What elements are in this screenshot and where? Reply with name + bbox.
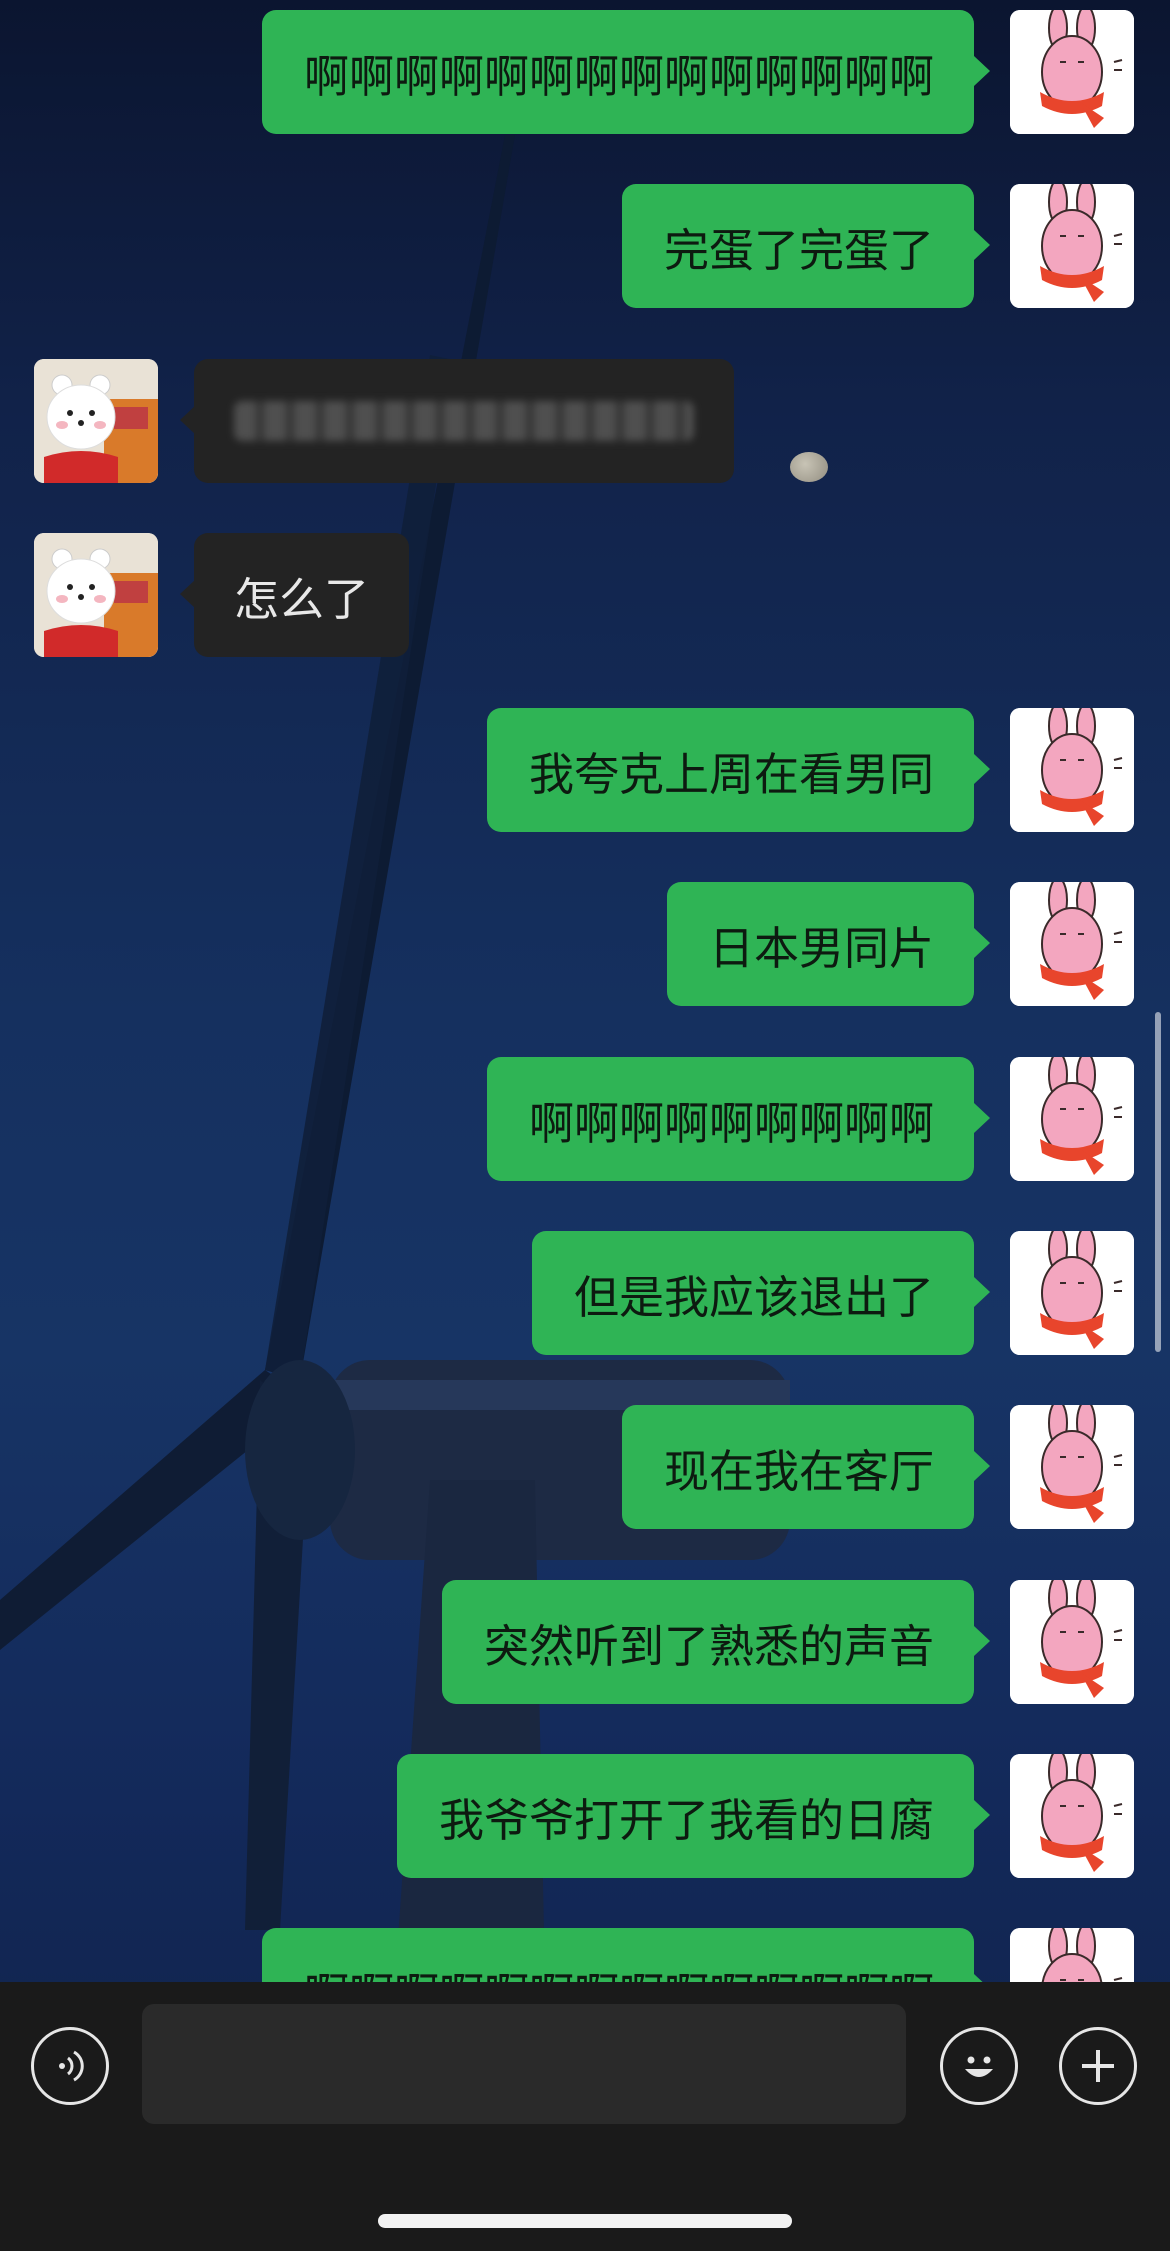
message-bubble[interactable]: 完蛋了完蛋了 — [621, 184, 974, 308]
bubble-tail — [974, 1974, 990, 1982]
message-bubble[interactable]: 现在我在客厅 — [621, 1405, 974, 1529]
message-bubble[interactable]: 但是我应该退出了 — [531, 1231, 974, 1355]
chat-input-bar — [0, 1982, 1170, 2251]
message-row: 日本男同片 — [0, 882, 1170, 1006]
bubble-tail — [974, 1800, 990, 1830]
bubble-tail — [974, 928, 990, 958]
bubble-tail — [974, 1626, 990, 1656]
message-text: 突然听到了熟悉的声音 — [483, 1619, 934, 1673]
message-text: 现在我在客厅 — [663, 1444, 934, 1498]
message-row: 但是我应该退出了 — [0, 1231, 1170, 1355]
bubble-tail — [974, 230, 990, 260]
message-text: 啊啊啊啊啊啊啊啊啊啊啊啊啊啊 — [304, 1958, 934, 1983]
voice-icon[interactable] — [31, 2027, 109, 2105]
message-bubble[interactable]: 我爷爷打开了我看的日腐 — [396, 1754, 974, 1878]
message-row: 怎么了 — [0, 533, 1170, 657]
bubble-tail — [974, 1277, 990, 1307]
message-bubble[interactable]: 啊啊啊啊啊啊啊啊啊啊啊啊啊啊 — [261, 10, 974, 134]
white-bear-avatar[interactable] — [34, 359, 158, 483]
message-input[interactable] — [142, 2004, 906, 2124]
white-bear-avatar[interactable] — [34, 533, 158, 657]
message-row: 啊啊啊啊啊啊啊啊啊啊啊啊啊啊 — [0, 1928, 1170, 1982]
pink-rabbit-avatar[interactable] — [1010, 708, 1134, 832]
pink-rabbit-avatar[interactable] — [1010, 1231, 1134, 1355]
message-bubble[interactable]: 怎么了 — [194, 533, 410, 657]
message-text: 我夸克上周在看男同 — [528, 747, 934, 801]
message-bubble[interactable]: 啊啊啊啊啊啊啊啊啊啊啊啊啊啊 — [261, 1928, 974, 1983]
bubble-tail — [974, 1451, 990, 1481]
pink-rabbit-avatar[interactable] — [1010, 1580, 1134, 1704]
message-bubble[interactable] — [194, 359, 734, 483]
message-row: 完蛋了完蛋了 — [0, 184, 1170, 308]
pink-rabbit-avatar[interactable] — [1010, 184, 1134, 308]
message-text: 啊啊啊啊啊啊啊啊啊 — [528, 1096, 934, 1150]
message-row: 啊啊啊啊啊啊啊啊啊啊啊啊啊啊 — [0, 10, 1170, 134]
pink-rabbit-avatar[interactable] — [1010, 882, 1134, 1006]
message-row: 我夸克上周在看男同 — [0, 708, 1170, 832]
message-bubble[interactable]: 我夸克上周在看男同 — [486, 708, 974, 832]
pink-rabbit-avatar[interactable] — [1010, 1057, 1134, 1181]
pink-rabbit-avatar[interactable] — [1010, 1928, 1134, 1982]
home-indicator[interactable] — [378, 2214, 792, 2228]
message-bubble[interactable]: 啊啊啊啊啊啊啊啊啊 — [486, 1057, 974, 1181]
bubble-tail — [974, 1103, 990, 1133]
message-row: 现在我在客厅 — [0, 1405, 1170, 1529]
plus-icon[interactable] — [1059, 2027, 1137, 2105]
message-text: 怎么了 — [234, 572, 370, 626]
message-text: 啊啊啊啊啊啊啊啊啊啊啊啊啊啊 — [303, 49, 934, 103]
emoji-icon[interactable] — [940, 2027, 1018, 2105]
message-text: 但是我应该退出了 — [573, 1270, 934, 1324]
pink-rabbit-avatar[interactable] — [1010, 1754, 1134, 1878]
message-text: 我爷爷打开了我看的日腐 — [438, 1793, 934, 1847]
pink-rabbit-avatar[interactable] — [1010, 1405, 1134, 1529]
pink-rabbit-avatar[interactable] — [1010, 10, 1134, 134]
message-row — [0, 359, 1170, 483]
message-row: 突然听到了熟悉的声音 — [0, 1580, 1170, 1704]
message-row: 啊啊啊啊啊啊啊啊啊 — [0, 1057, 1170, 1181]
chat-message-list[interactable]: 啊啊啊啊啊啊啊啊啊啊啊啊啊啊 完蛋了完蛋了 怎么了 我夸克上周在看男同 日本男同片 啊啊啊… — [0, 0, 1170, 1982]
message-text: 完蛋了完蛋了 — [663, 223, 934, 277]
blurred-content — [234, 401, 694, 441]
bubble-tail — [974, 754, 990, 784]
message-row: 我爷爷打开了我看的日腐 — [0, 1754, 1170, 1878]
message-bubble[interactable]: 日本男同片 — [666, 882, 974, 1006]
message-bubble[interactable]: 突然听到了熟悉的声音 — [441, 1580, 974, 1704]
message-text: 日本男同片 — [708, 921, 934, 975]
bubble-tail — [974, 56, 990, 86]
